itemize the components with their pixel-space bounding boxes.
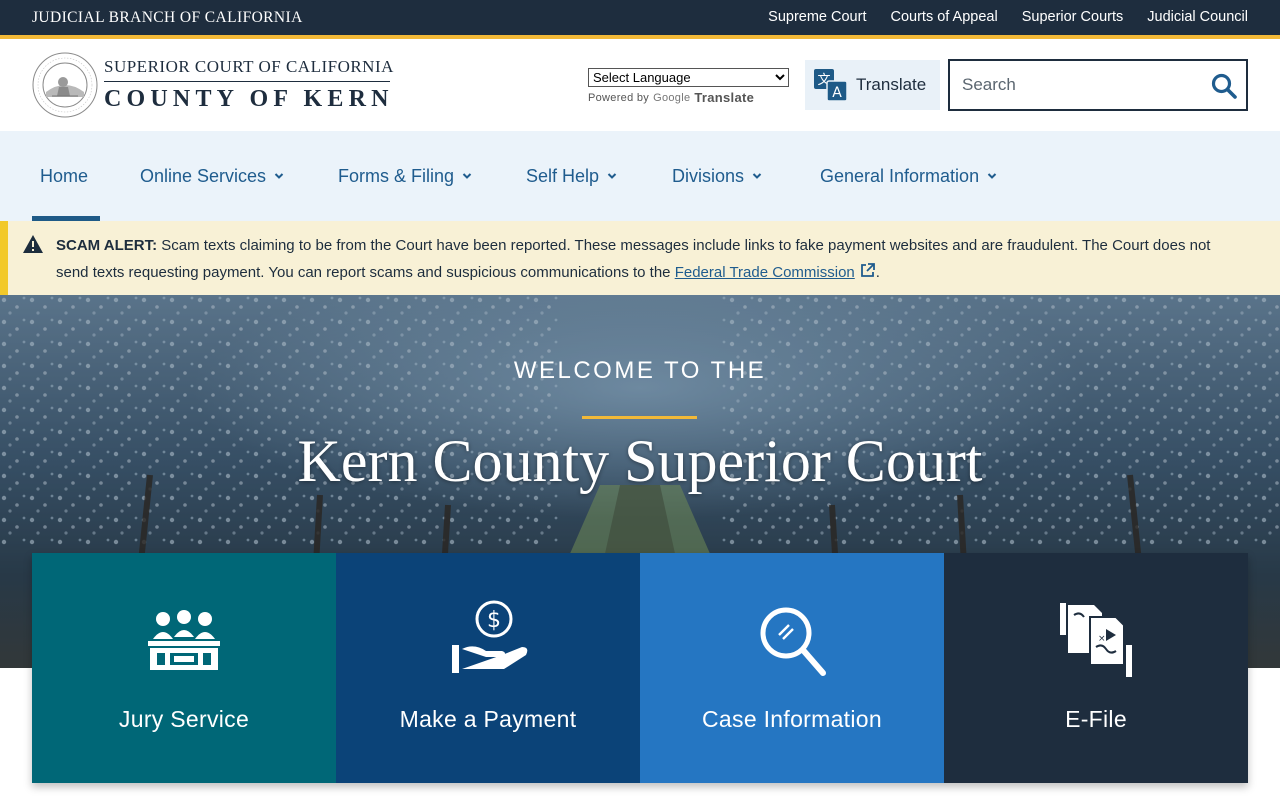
main-navigation: Home Online Services Forms & Filing Self…	[0, 131, 1280, 221]
translate-button-label: Translate	[856, 75, 927, 94]
alert-end: .	[875, 264, 880, 281]
search-box	[948, 59, 1248, 111]
nav-divisions-label: Divisions	[672, 165, 745, 186]
superior-courts-link[interactable]: Superior Courts	[1022, 9, 1124, 25]
utility-bar: JUDICIAL BRANCH OF CALIFORNIA Supreme Co…	[0, 0, 1280, 35]
chevron-down-icon	[274, 173, 284, 179]
warning-icon	[23, 235, 43, 253]
nav-forms-filing[interactable]: Forms & Filing	[338, 131, 472, 221]
powered-by-google-translate: Powered by Google Translate	[588, 90, 754, 105]
search-icon[interactable]	[1210, 72, 1238, 100]
external-link-icon	[860, 263, 875, 277]
brand-county-of-kern[interactable]: COUNTY OF KERN	[104, 86, 394, 113]
nav-self-help-label: Self Help	[526, 165, 600, 186]
jury-icon	[148, 610, 220, 670]
svg-text:$: $	[487, 608, 501, 633]
case-information-tile[interactable]: Case Information	[640, 553, 944, 783]
make-a-payment-label: Make a Payment	[399, 706, 577, 732]
alert-body: Scam texts claiming to be from the Court…	[56, 237, 1211, 281]
courts-of-appeal-link[interactable]: Courts of Appeal	[890, 9, 997, 25]
hero-welcome-text: WELCOME TO THE	[513, 357, 767, 384]
make-a-payment-tile[interactable]: $ Make a Payment	[336, 553, 640, 783]
alert-message: SCAM ALERT: Scam texts claiming to be fr…	[56, 232, 1246, 286]
nav-home-label: Home	[40, 165, 89, 186]
nav-divisions[interactable]: Divisions	[672, 131, 762, 221]
payment-icon: $	[452, 600, 528, 673]
case-information-label: Case Information	[702, 706, 882, 732]
nav-general-information-label: General Information	[820, 165, 980, 186]
supreme-court-link[interactable]: Supreme Court	[768, 9, 866, 25]
svg-text:×: ×	[1098, 634, 1106, 644]
court-seal-logo[interactable]	[32, 52, 98, 118]
site-header: SUPERIOR COURT OF CALIFORNIA COUNTY OF K…	[0, 39, 1280, 131]
judicial-branch-title: JUDICIAL BRANCH OF CALIFORNIA	[32, 9, 303, 26]
brand-rule	[104, 81, 390, 82]
hero-title: Kern County Superior Court	[297, 428, 983, 494]
quick-link-tiles: Jury Service $ Make a Payment Case Infor…	[32, 553, 1248, 783]
e-file-label: E-File	[1065, 706, 1127, 732]
brand-superior-court[interactable]: SUPERIOR COURT OF CALIFORNIA	[104, 57, 394, 77]
translate-button[interactable]: 文 A Translate	[805, 60, 940, 110]
jury-service-tile[interactable]: Jury Service	[32, 553, 336, 783]
scam-alert-banner: SCAM ALERT: Scam texts claiming to be fr…	[0, 221, 1280, 295]
nav-general-information[interactable]: General Information	[820, 131, 997, 221]
e-file-tile[interactable]: × E-File	[944, 553, 1248, 783]
alert-title: SCAM ALERT:	[56, 237, 158, 254]
google-logo: Google	[653, 91, 691, 104]
jury-service-label: Jury Service	[118, 706, 250, 732]
chevron-down-icon	[752, 173, 762, 179]
nav-online-services-label: Online Services	[140, 165, 267, 186]
nav-self-help[interactable]: Self Help	[526, 131, 617, 221]
powered-by-label: Powered by	[588, 91, 650, 104]
nav-forms-filing-label: Forms & Filing	[338, 165, 455, 186]
google-translate-label: Translate	[694, 90, 755, 105]
magnifier-icon	[760, 607, 826, 676]
alert-accent-bar	[0, 221, 8, 295]
nav-online-services[interactable]: Online Services	[140, 131, 284, 221]
language-select[interactable]: Select Language	[588, 68, 789, 87]
search-input[interactable]	[962, 73, 1202, 97]
ftc-link[interactable]: Federal Trade Commission	[675, 263, 876, 281]
chevron-down-icon	[987, 173, 997, 179]
judicial-council-link[interactable]: Judicial Council	[1147, 9, 1248, 25]
utility-links: Supreme Court Courts of Appeal Superior …	[768, 9, 1248, 25]
svg-text:A: A	[832, 85, 842, 101]
nav-home[interactable]: Home	[40, 131, 88, 221]
chevron-down-icon	[607, 173, 617, 179]
hero-gold-underline	[582, 416, 697, 419]
translate-icon: 文 A	[814, 69, 848, 102]
efile-icon: ×	[1060, 603, 1132, 677]
chevron-down-icon	[462, 173, 472, 179]
